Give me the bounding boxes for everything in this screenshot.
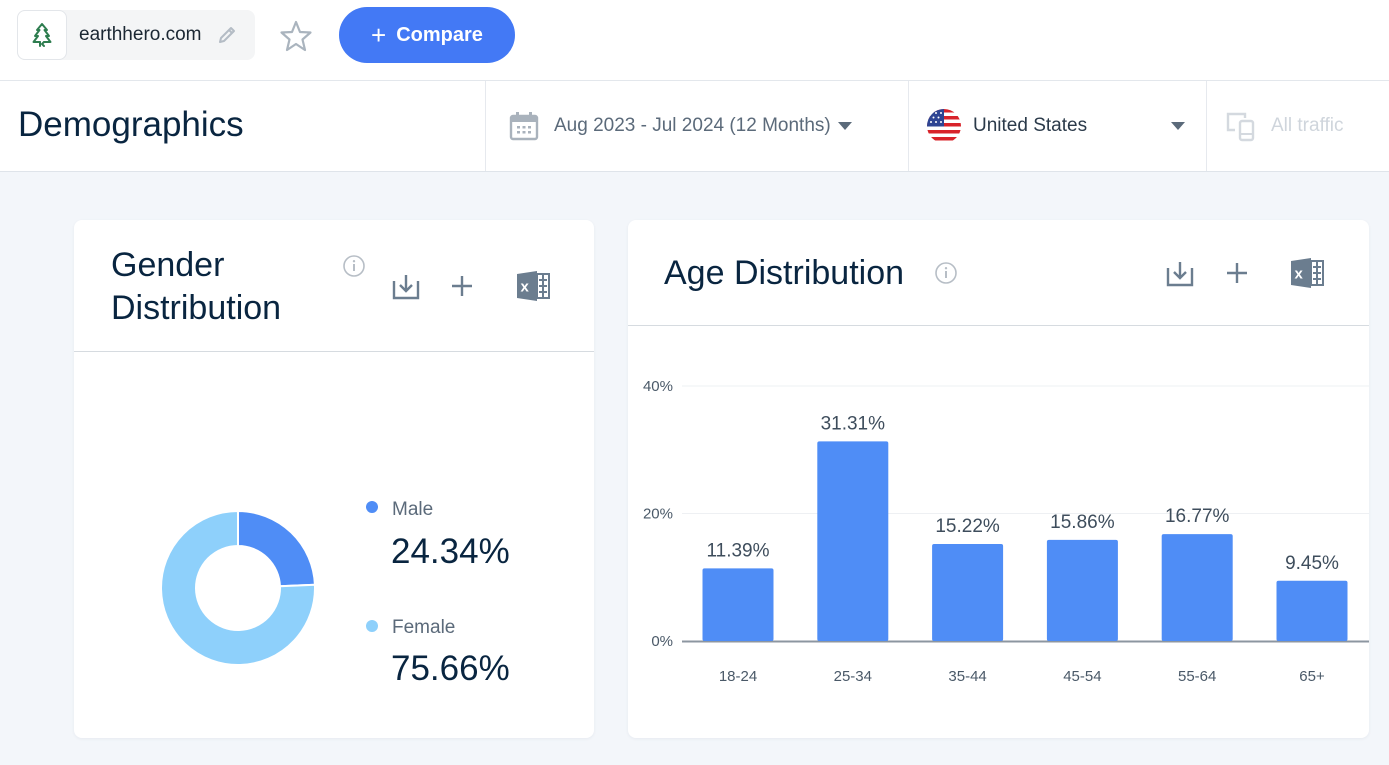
legend-value-male: 24.34% bbox=[391, 532, 510, 571]
x-tick-label: 35-44 bbox=[948, 668, 986, 685]
chevron-down-icon bbox=[1171, 122, 1185, 130]
y-tick-label: 40% bbox=[643, 378, 673, 395]
age-distribution-card: Age Distribution x 0% 20% 40% 11.39% 18-24 31… bbox=[628, 220, 1369, 738]
site-name: earthhero.com bbox=[79, 24, 202, 45]
bar-value-label: 15.86% bbox=[1050, 512, 1115, 533]
x-tick-label: 65+ bbox=[1299, 668, 1325, 685]
bar-35-44[interactable] bbox=[932, 543, 1004, 641]
legend-label-male: Male bbox=[392, 499, 434, 520]
bar-value-label: 9.45% bbox=[1285, 553, 1339, 574]
y-tick-label: 0% bbox=[651, 633, 673, 650]
x-tick-label: 45-54 bbox=[1063, 668, 1101, 685]
bar-65+[interactable] bbox=[1276, 580, 1348, 641]
date-range-dropdown[interactable]: Aug 2023 - Jul 2024 (12 Months) bbox=[485, 81, 908, 171]
star-outline-icon[interactable] bbox=[279, 19, 313, 58]
calendar-icon bbox=[508, 110, 540, 142]
plus-icon: + bbox=[371, 20, 387, 50]
x-tick-label: 18-24 bbox=[719, 668, 757, 685]
devices-icon bbox=[1225, 109, 1259, 143]
bar-18-24[interactable] bbox=[702, 568, 774, 641]
bar-value-label: 15.22% bbox=[935, 516, 1000, 537]
us-flag-icon bbox=[927, 109, 961, 143]
top-bar: earthhero.com + Compare bbox=[0, 0, 1389, 81]
y-tick-label: 20% bbox=[643, 506, 673, 523]
traffic-source-value: All traffic bbox=[1271, 115, 1344, 136]
x-tick-label: 25-34 bbox=[834, 668, 872, 685]
country-dropdown[interactable]: United States bbox=[908, 81, 1206, 171]
bar-25-34[interactable] bbox=[817, 441, 889, 641]
page-header: Demographics Aug 2023 - Jul 2024 (12 Mon… bbox=[0, 81, 1389, 172]
gender-donut-chart bbox=[160, 509, 316, 666]
x-tick-label: 55-64 bbox=[1178, 668, 1216, 685]
country-value: United States bbox=[973, 115, 1088, 136]
bar-55-64[interactable] bbox=[1161, 534, 1233, 641]
bar-value-label: 11.39% bbox=[706, 540, 769, 561]
traffic-source-dropdown: All traffic bbox=[1206, 81, 1389, 171]
recycle-tree-icon bbox=[17, 10, 67, 60]
page-title: Demographics bbox=[18, 105, 244, 144]
legend-value-female: 75.66% bbox=[391, 649, 510, 688]
gender-distribution-card: Gender Distribution x Male 24.34% Female… bbox=[74, 220, 594, 738]
bar-45-54[interactable] bbox=[1046, 539, 1118, 641]
pencil-icon[interactable] bbox=[216, 24, 238, 46]
bar-value-label: 16.77% bbox=[1165, 506, 1230, 527]
chevron-down-icon bbox=[837, 122, 852, 130]
legend-label-female: Female bbox=[392, 617, 456, 638]
legend-dot-male bbox=[366, 501, 378, 513]
compare-label: Compare bbox=[396, 23, 483, 46]
bar-value-label: 31.31% bbox=[821, 413, 886, 434]
legend-dot-female bbox=[366, 620, 378, 632]
age-bar-chart: 0% 20% 40% 11.39% 18-24 31.31% 25-34 15.22% 35-4… bbox=[643, 378, 1369, 685]
compare-button[interactable]: + Compare bbox=[339, 7, 515, 63]
date-range-value: Aug 2023 - Jul 2024 (12 Months) bbox=[554, 115, 831, 136]
site-chip[interactable]: earthhero.com bbox=[17, 10, 255, 60]
donut-slice-male[interactable] bbox=[237, 509, 316, 588]
